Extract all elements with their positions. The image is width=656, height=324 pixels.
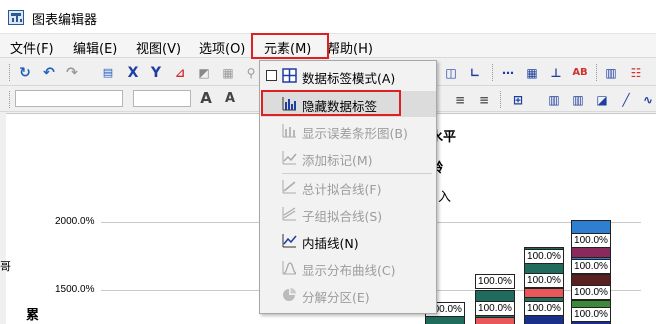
subgroup-fit-line-icon [282,207,296,221]
font-size-combo[interactable] [133,90,191,107]
undo-icon[interactable]: ↶ [41,65,57,81]
toolbar-grip [596,64,599,81]
menu-item-show-distribution-curve[interactable]: 显示分布曲线(C) [260,255,436,281]
y-tick-label: 1500.0% [55,284,95,295]
menu-options[interactable]: 选项(O) [199,38,245,57]
y-tick-label: 2000.0% [55,216,95,227]
data-label[interactable]: 100.0% [571,233,611,248]
checkbox[interactable] [266,70,277,81]
font-grow-icon[interactable]: A [198,90,214,106]
active-menu-highlight-box [251,33,329,59]
chart-frame-icon[interactable]: ◫ [443,65,459,81]
data-label[interactable]: 100.0% [475,301,515,316]
data-label-mode-toolbar-icon[interactable]: ⊞ [510,92,526,108]
chart-edge-text: 哥 [0,260,11,273]
font-shrink-icon[interactable]: A [222,91,238,107]
menu-item-label: 数据标签模式(A) [302,71,396,86]
transpose-icon[interactable]: ◩ [196,65,212,81]
highlighted-item-box [261,90,401,116]
menu-item-data-label-mode[interactable]: 数据标签模式(A) [260,63,436,89]
title-bar: 图表编辑器 [0,0,656,34]
menu-view[interactable]: 视图(V) [136,38,181,57]
chart-fill-icon[interactable]: ▦ [220,65,236,81]
menu-file[interactable]: 文件(F) [10,38,54,57]
grid-lines-icon[interactable]: ⋯ [500,65,516,81]
show-data-labels-icon[interactable]: ▥ [546,92,562,108]
menu-item-label: 子组拟合线(S) [302,209,383,224]
menu-item-label: 总计拟合线(F) [302,182,382,197]
annotation-icon[interactable]: ⚲ [243,65,259,81]
menu-item-subgroup-fit-line[interactable]: 子组拟合线(S) [260,201,436,227]
redo-icon[interactable]: ↷ [64,65,80,81]
explode-slice-icon [283,288,296,301]
menu-item-label: 分解分区(E) [302,290,370,305]
table-grid-icon[interactable]: ▦ [524,65,540,81]
toolbar-grip [500,91,503,108]
data-label[interactable]: 100.0% [571,307,611,322]
chart-text-fragment: 入 [438,190,452,205]
interpolation-line-icon [282,234,297,248]
chart-edge-text: （ [647,212,656,231]
y-axis-icon[interactable]: Y [148,65,164,81]
total-fit-line-icon [282,180,296,194]
window-title: 图表编辑器 [32,13,98,28]
menu-item-label: 显示误差条形图(B) [302,126,408,141]
error-bars-icon [282,124,296,138]
data-label[interactable]: 100.0% [571,285,611,300]
data-label[interactable]: 100.0% [475,274,515,289]
distribution-curve-icon [282,261,297,275]
menu-item-total-fit-line[interactable]: 总计拟合线(F) [260,174,436,200]
bar-segment[interactable] [475,317,515,324]
bar-chart-icon[interactable]: ▥ [603,65,619,81]
toolbar-grip [9,91,12,108]
label-ab-icon[interactable]: AB [572,65,588,81]
toolbar-grip [492,64,495,81]
axis-line-icon[interactable]: ∟ [467,65,483,81]
markers-toolbar-icon[interactable]: ◪ [594,92,610,108]
data-label[interactable]: 100.0% [524,249,564,264]
align-center-icon[interactable]: ≡ [452,92,468,108]
menu-help[interactable]: 帮助(H) [327,38,373,57]
menu-item-explode-slice[interactable]: 分解分区(E) [260,282,436,308]
add-markers-icon [282,151,297,165]
y-axis-title: 累 [26,308,40,323]
menu-item-interpolation-line[interactable]: 内插线(N) [260,228,436,254]
data-label[interactable]: 100.0% [524,273,564,288]
menu-item-add-markers[interactable]: 添加标记(M) [260,145,436,171]
properties-icon[interactable]: ▤ [100,65,116,81]
menu-item-label: 添加标记(M) [302,153,373,168]
data-label[interactable]: 100.0% [571,259,611,274]
x-axis-icon[interactable]: X [125,65,141,81]
data-label-mode-icon [282,68,297,83]
chart-editor-app-icon [8,10,24,25]
error-bars-toolbar-icon[interactable]: ▥ [570,92,586,108]
legend-icon[interactable]: ☷ [628,65,644,81]
data-label[interactable]: 100.0% [524,301,564,316]
toolbar-grip [9,64,12,81]
align-right-icon[interactable]: ≡ [476,92,492,108]
reference-line-icon[interactable]: ⊥ [548,65,564,81]
font-family-combo[interactable] [15,90,123,107]
menu-edit[interactable]: 编辑(E) [73,38,117,57]
fit-line-toolbar-icon[interactable]: ╱ [618,92,634,108]
menu-item-label: 显示分布曲线(C) [302,263,396,278]
interpolation-toolbar-icon[interactable]: ∿ [640,92,656,108]
bar-segment[interactable] [524,288,564,298]
rescale-icon[interactable]: ↻ [17,65,33,81]
menu-item-label: 内插线(N) [302,236,359,251]
menu-item-show-error-bars[interactable]: 显示误差条形图(B) [260,118,436,144]
scale-icon[interactable]: ⊿ [172,65,188,81]
